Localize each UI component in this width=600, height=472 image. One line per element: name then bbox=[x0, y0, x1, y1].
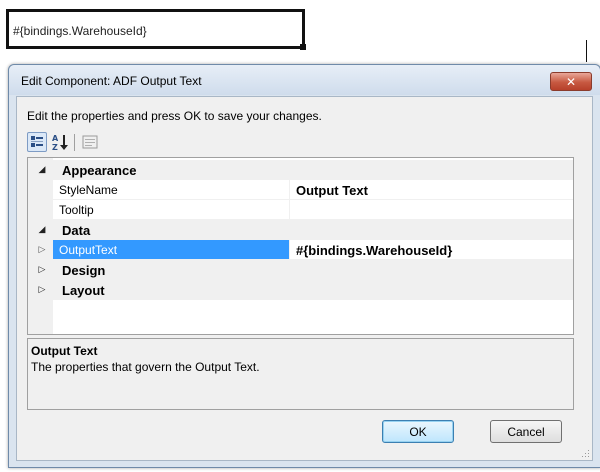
svg-text:Z: Z bbox=[52, 143, 58, 152]
output-text-component[interactable]: #{bindings.WarehouseId} bbox=[6, 9, 305, 49]
property-toolbar: A Z bbox=[27, 132, 167, 154]
canvas-edge-line bbox=[586, 40, 587, 62]
property-value[interactable]: Output Text bbox=[290, 180, 573, 200]
close-button[interactable]: ✕ bbox=[550, 72, 592, 91]
property-value[interactable] bbox=[290, 200, 573, 220]
collapse-icon[interactable]: ◢ bbox=[37, 165, 47, 175]
category-label: Design bbox=[62, 263, 106, 278]
category-label: Data bbox=[62, 223, 91, 238]
cancel-button[interactable]: Cancel bbox=[490, 420, 562, 443]
property-name: StyleName bbox=[53, 180, 290, 200]
property-row-stylename[interactable]: StyleName Output Text bbox=[28, 180, 573, 200]
property-value[interactable]: #{bindings.WarehouseId} bbox=[290, 240, 573, 260]
dialog-client-area: Edit the properties and press OK to save… bbox=[16, 96, 593, 461]
expand-icon[interactable]: ▷ bbox=[37, 285, 47, 295]
dialog-title: Edit Component: ADF Output Text bbox=[21, 74, 202, 88]
categorized-view-button[interactable] bbox=[27, 132, 47, 152]
property-grid[interactable]: ◢ Appearance StyleName Output Text Toolt… bbox=[27, 157, 574, 335]
alphabetical-sort-button[interactable]: A Z bbox=[50, 132, 70, 152]
category-design[interactable]: ▷ Design bbox=[28, 260, 573, 280]
toolbar-separator bbox=[74, 134, 75, 151]
alphabetical-sort-icon: A Z bbox=[52, 134, 68, 152]
help-panel: Output Text The properties that govern t… bbox=[27, 338, 574, 410]
property-row-tooltip[interactable]: Tooltip bbox=[28, 200, 573, 220]
expand-icon[interactable]: ▷ bbox=[37, 265, 47, 275]
instructions-text: Edit the properties and press OK to save… bbox=[27, 109, 322, 123]
categorized-view-icon bbox=[31, 136, 43, 147]
property-name: Tooltip bbox=[53, 200, 290, 220]
resize-handle[interactable] bbox=[300, 44, 306, 50]
category-layout[interactable]: ▷ Layout bbox=[28, 280, 573, 300]
property-row-outputtext[interactable]: ▷ OutputText #{bindings.WarehouseId} bbox=[28, 240, 573, 260]
expand-icon[interactable]: ▷ bbox=[37, 245, 47, 255]
property-pages-button[interactable] bbox=[80, 132, 100, 152]
category-appearance[interactable]: ◢ Appearance bbox=[28, 160, 573, 180]
close-icon: ✕ bbox=[565, 74, 577, 89]
category-data[interactable]: ◢ Data bbox=[28, 220, 573, 240]
svg-text:A: A bbox=[52, 134, 59, 143]
property-name: OutputText bbox=[53, 240, 290, 260]
edit-component-dialog: Edit Component: ADF Output Text ✕ Edit t… bbox=[8, 64, 600, 468]
category-label: Appearance bbox=[62, 163, 137, 178]
dialog-titlebar[interactable]: Edit Component: ADF Output Text ✕ bbox=[9, 65, 600, 95]
collapse-icon[interactable]: ◢ bbox=[37, 225, 47, 235]
ok-button[interactable]: OK bbox=[382, 420, 454, 443]
category-label: Layout bbox=[62, 283, 105, 298]
help-title: Output Text bbox=[31, 344, 98, 358]
resize-grip-icon[interactable] bbox=[580, 448, 590, 458]
output-text-value: #{bindings.WarehouseId} bbox=[13, 24, 147, 38]
property-pages-icon bbox=[82, 135, 98, 149]
help-description: The properties that govern the Output Te… bbox=[31, 360, 260, 374]
